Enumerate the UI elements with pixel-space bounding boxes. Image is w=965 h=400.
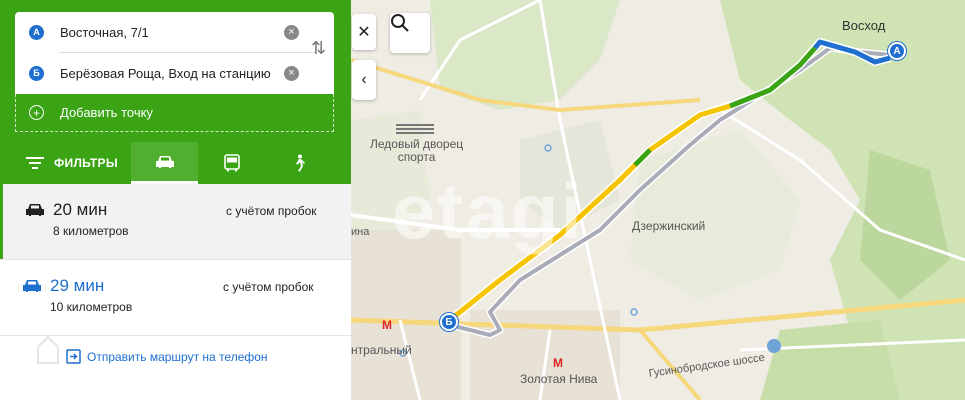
filter-icon	[26, 157, 44, 169]
close-panel-button[interactable]: ✕	[352, 14, 376, 50]
route-distance: 8 километров	[53, 224, 129, 238]
house-logo-icon	[37, 335, 59, 364]
search-icon	[391, 14, 409, 32]
chevron-left-icon: ‹	[361, 71, 367, 88]
map-label-street: ина	[351, 226, 370, 238]
from-badge: А	[29, 24, 44, 40]
car-icon	[26, 204, 44, 216]
close-icon: ✕	[357, 24, 371, 41]
route-traffic-note: с учётом пробок	[223, 280, 314, 294]
car-icon	[23, 280, 41, 292]
route-distance: 10 километров	[50, 300, 133, 314]
from-address[interactable]: Восточная, 7/1	[60, 25, 276, 40]
clear-icon[interactable]: ×	[284, 65, 299, 81]
route-time: 20 мин	[53, 200, 108, 219]
route-option[interactable]: 20 мин 8 километров с учётом пробок	[0, 184, 351, 259]
to-badge: Б	[29, 65, 44, 81]
route-time: 29 мин	[50, 276, 105, 295]
route-form: А Восточная, 7/1 × Б Берёзовая Роща, Вхо…	[0, 0, 351, 184]
clear-icon[interactable]: ×	[284, 24, 299, 40]
map-label-central: нтральный	[351, 343, 412, 357]
route-inputs: А Восточная, 7/1 × Б Берёзовая Роща, Вхо…	[15, 12, 334, 94]
add-point-button[interactable]: + Добавить точку	[15, 94, 334, 132]
map-label-zolotaya-niva: Золотая Нива	[520, 372, 598, 386]
send-icon	[66, 349, 81, 364]
route-pin-a[interactable]: А	[888, 42, 906, 60]
collapse-panel-button[interactable]: ‹	[352, 60, 376, 100]
car-icon	[155, 155, 174, 168]
mode-tabs: ФИЛЬТРЫ	[0, 142, 351, 184]
swap-icon[interactable]: ⇅	[311, 38, 326, 66]
from-field[interactable]: А Восточная, 7/1 ×	[15, 12, 305, 52]
bus-stop-icon	[767, 339, 781, 353]
filters-button[interactable]: ФИЛЬТРЫ	[26, 156, 130, 170]
tab-car[interactable]	[131, 142, 198, 184]
metro-icon: М	[553, 356, 563, 370]
to-address[interactable]: Берёзовая Роща, Вход на станцию	[60, 66, 276, 81]
tab-walk[interactable]	[265, 142, 332, 184]
walk-icon	[295, 154, 305, 172]
send-to-phone-label: Отправить маршрут на телефон	[87, 349, 268, 364]
route-option[interactable]: 29 мин 10 километров с учётом пробок	[0, 260, 351, 335]
plus-icon: +	[29, 105, 44, 120]
route-pin-b[interactable]: Б	[440, 313, 458, 331]
tab-bus[interactable]	[198, 142, 265, 184]
route-traffic-note: с учётом пробок	[226, 204, 317, 218]
bus-icon	[223, 154, 240, 172]
add-point-label: Добавить точку	[60, 105, 153, 120]
filters-label: ФИЛЬТРЫ	[54, 156, 118, 170]
send-to-phone-link[interactable]: Отправить маршрут на телефон	[66, 349, 268, 364]
map-label-ice-palace: Ледовый дворец спорта	[370, 137, 464, 164]
metro-icon: М	[382, 318, 392, 332]
search-button[interactable]	[390, 13, 430, 53]
map-label-dzerzhinsky: Дзержинский	[632, 219, 706, 233]
map-label-voskhod: Восход	[842, 18, 886, 33]
route-panel: А Восточная, 7/1 × Б Берёзовая Роща, Вхо…	[0, 0, 351, 400]
to-field[interactable]: Б Берёзовая Роща, Вход на станцию ×	[15, 53, 305, 93]
map-watermark: etagi	[392, 167, 585, 255]
